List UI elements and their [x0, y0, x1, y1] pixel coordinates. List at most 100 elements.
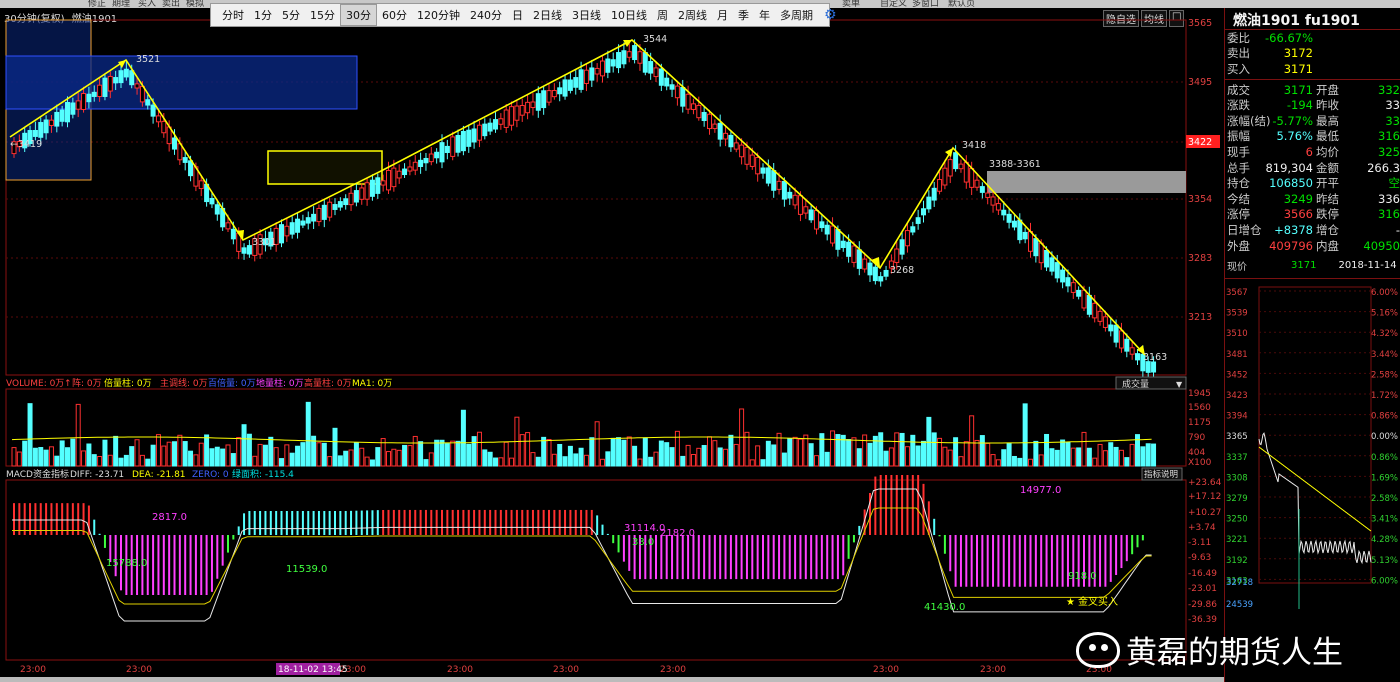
volume-bar [343, 450, 349, 467]
period-quarter[interactable]: 季 [733, 5, 754, 25]
mini-right-axis: 6.00% 5.16% 4.32% 3.44% 2.58% 1.72% 0.86% 0.00%… [1371, 288, 1398, 586]
macd-header: MACD资金指标 DIFF: -23.71 DEA: -21.81 ZERO: … [6, 468, 294, 480]
quote-row: 持仓 106850 开平 空 [1225, 175, 1400, 191]
quote-row: 现手 6 均价 325 [1225, 144, 1400, 160]
volume-bar [214, 446, 220, 467]
quote-field-v2: 40950 [1363, 238, 1400, 253]
candle-body [541, 90, 547, 109]
volume-bar [990, 454, 996, 467]
candle-body [423, 157, 429, 164]
candle-body [525, 101, 531, 114]
candle-body [648, 61, 654, 74]
mini-right-tick: 4.28% [1371, 536, 1398, 546]
candle-body [701, 111, 707, 121]
volume-bar [910, 434, 916, 467]
time-cursor-label: 18-11-02 13:45 [278, 665, 348, 675]
period-10day[interactable]: 10日线 [606, 5, 652, 25]
candle-body [530, 101, 536, 109]
quote-field-v2: - [1395, 222, 1400, 237]
price-tick: 3213 [1188, 312, 1212, 323]
candle-body [1033, 238, 1039, 257]
volume-bar [642, 437, 648, 467]
candle-body [621, 50, 627, 65]
volume-bar [220, 448, 226, 467]
volume-bar [728, 434, 734, 467]
candle-body [1022, 231, 1028, 240]
volume-bar [455, 440, 461, 467]
volume-bar [204, 434, 210, 467]
candle-body [883, 269, 889, 277]
candle-body [348, 192, 354, 206]
candle-body [182, 157, 188, 163]
volume-bar [519, 434, 525, 467]
period-15min[interactable]: 15分 [305, 5, 340, 25]
volume-bar [439, 439, 445, 467]
vol-field: ↑ [64, 379, 72, 389]
quote-field-v2: 316 [1378, 207, 1400, 222]
candle-body [781, 180, 787, 200]
star-icon: ★ [1066, 597, 1075, 608]
candle-body [958, 163, 964, 170]
period-120min[interactable]: 120分钟 [412, 5, 465, 25]
period-1min[interactable]: 1分 [249, 5, 277, 25]
volume-bar [899, 432, 905, 467]
candle-body [1038, 242, 1044, 264]
quote-field-l2: 跌停 [1316, 207, 1339, 222]
volume-bar [781, 452, 787, 467]
candle-body [65, 102, 70, 123]
volume-bar [16, 451, 22, 467]
period-60min[interactable]: 60分 [377, 5, 412, 25]
period-multi[interactable]: 多周期 [775, 5, 818, 25]
candle-body [969, 168, 975, 188]
volume-bar [765, 440, 771, 467]
macd-dea: DEA: -21.81 [132, 470, 186, 480]
indicator-tab-strip[interactable] [0, 677, 1224, 682]
candle-body [482, 123, 488, 137]
period-month[interactable]: 月 [712, 5, 733, 25]
volume-bar [1049, 448, 1055, 467]
candle-body [1129, 347, 1135, 355]
period-2day[interactable]: 2日线 [528, 5, 567, 25]
intraday-mini-chart[interactable]: 3567 3539 3510 3481 3452 3423 3394 3365 3337 3308… [1225, 279, 1400, 669]
quote-field-v: 106850 [1269, 176, 1313, 191]
period-week[interactable]: 周 [652, 5, 673, 25]
candle-body [487, 122, 493, 132]
settings-gear-icon[interactable]: ⚙ [824, 7, 837, 23]
candle-body [723, 132, 729, 140]
period-3day[interactable]: 3日线 [567, 5, 606, 25]
candle-body [359, 187, 365, 200]
quote-field-v: +8378 [1274, 222, 1313, 237]
candle-body [937, 179, 943, 192]
quote-field-l2: 昨收 [1316, 98, 1339, 113]
volume-bar [557, 443, 563, 467]
volume-bars [11, 401, 1157, 467]
candle-body [658, 68, 664, 86]
volume-bar [1044, 433, 1050, 467]
volume-bar [332, 427, 338, 467]
volume-bar [1011, 455, 1017, 467]
period-5min[interactable]: 5分 [277, 5, 305, 25]
candle-body [343, 198, 349, 206]
volume-bar [1001, 449, 1007, 467]
period-day[interactable]: 日 [507, 5, 528, 25]
volume-bar [182, 441, 188, 467]
volume-bar [11, 447, 17, 467]
period-240min[interactable]: 240分 [465, 5, 507, 25]
quote-field-v: 3249 [1283, 191, 1313, 206]
quote-field-v: -194 [1286, 98, 1313, 113]
candle-body [386, 169, 391, 191]
volume-bar [1102, 450, 1108, 467]
candle-body [562, 79, 568, 97]
period-2week[interactable]: 2周线 [673, 5, 712, 25]
volume-bar [979, 435, 985, 467]
quote-field-v2: 316 [1378, 129, 1400, 144]
volume-bar [749, 459, 755, 467]
quote-field-v: 3566 [1283, 207, 1313, 222]
kline-chart[interactable]: ←3419 3521 3301 3544 3268 3418 3388-3361… [0, 0, 1224, 677]
period-year[interactable]: 年 [754, 5, 775, 25]
period-timeshare[interactable]: 分时 [217, 5, 249, 25]
candle-body [685, 93, 691, 110]
volume-bar [353, 442, 359, 467]
volume-bar [915, 445, 921, 467]
period-30min[interactable]: 30分 [340, 4, 377, 26]
